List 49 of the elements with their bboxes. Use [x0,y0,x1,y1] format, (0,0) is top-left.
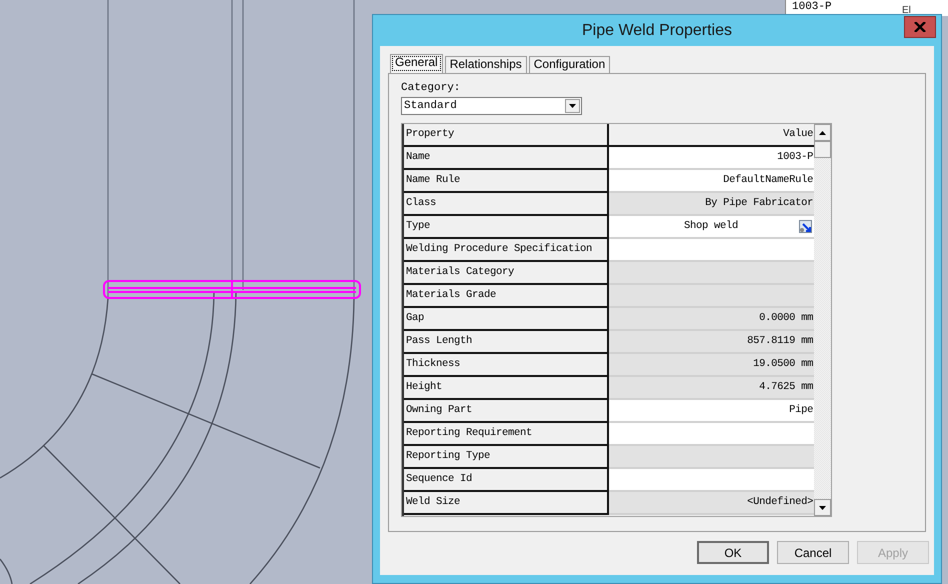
scroll-thumb[interactable] [814,141,831,158]
dialog-button[interactable]: Cancel [777,541,849,564]
tab[interactable]: Relationships [444,56,527,73]
scrollbar[interactable] [814,124,831,516]
property-name: Pass Length [404,331,609,354]
property-value[interactable] [609,239,814,262]
property-name: Name [404,147,609,170]
category-label: Category: [401,82,462,95]
dropdown-arrow-icon [569,104,576,108]
property-name: Reporting Type [404,446,609,469]
property-name: Height [404,377,609,400]
up-arrow-icon [819,130,826,134]
property-value: 0.0000 mm [609,308,814,331]
property-name: Thickness [404,354,609,377]
property-value: By Pipe Fabricator [609,193,814,216]
scroll-down-button[interactable] [814,499,831,516]
property-value: 857.8119 mm [609,331,814,354]
property-value[interactable]: DefaultNameRule [609,170,814,193]
property-name: Reporting Requirement [404,423,609,446]
property-value[interactable] [609,469,814,492]
property-name: Name Rule [404,170,609,193]
scroll-up-button[interactable] [814,124,831,141]
property-value[interactable]: 1003-P [609,147,814,170]
property-name: Type [404,216,609,239]
property-name: Welding Procedure Specification [404,239,609,262]
down-arrow-icon [819,506,826,510]
close-icon [914,22,926,32]
dialog-button[interactable]: OK [697,541,769,564]
property-value[interactable]: Pipe [609,400,814,423]
property-value[interactable]: Shop weld [609,216,814,239]
picker-icon[interactable] [799,220,814,234]
property-name: Gap [404,308,609,331]
property-value: 4.7625 mm [609,377,814,400]
close-button[interactable] [904,16,936,38]
property-name: Owning Part [404,400,609,423]
column-header: Property [404,124,609,147]
property-name: Class [404,193,609,216]
property-value: <Undefined> [609,492,814,515]
property-name: Materials Grade [404,285,609,308]
tab[interactable]: General [390,54,443,73]
property-value[interactable] [609,423,814,446]
category-dropdown[interactable]: Standard [401,97,582,115]
property-name: Sequence Id [404,469,609,492]
property-name: Materials Category [404,262,609,285]
property-value: 19.0500 mm [609,354,814,377]
tab[interactable]: Configuration [528,56,610,73]
canvas-label: El [902,6,911,16]
window-title: Pipe Weld Properties [582,22,732,40]
property-name: Weld Size [404,492,609,515]
